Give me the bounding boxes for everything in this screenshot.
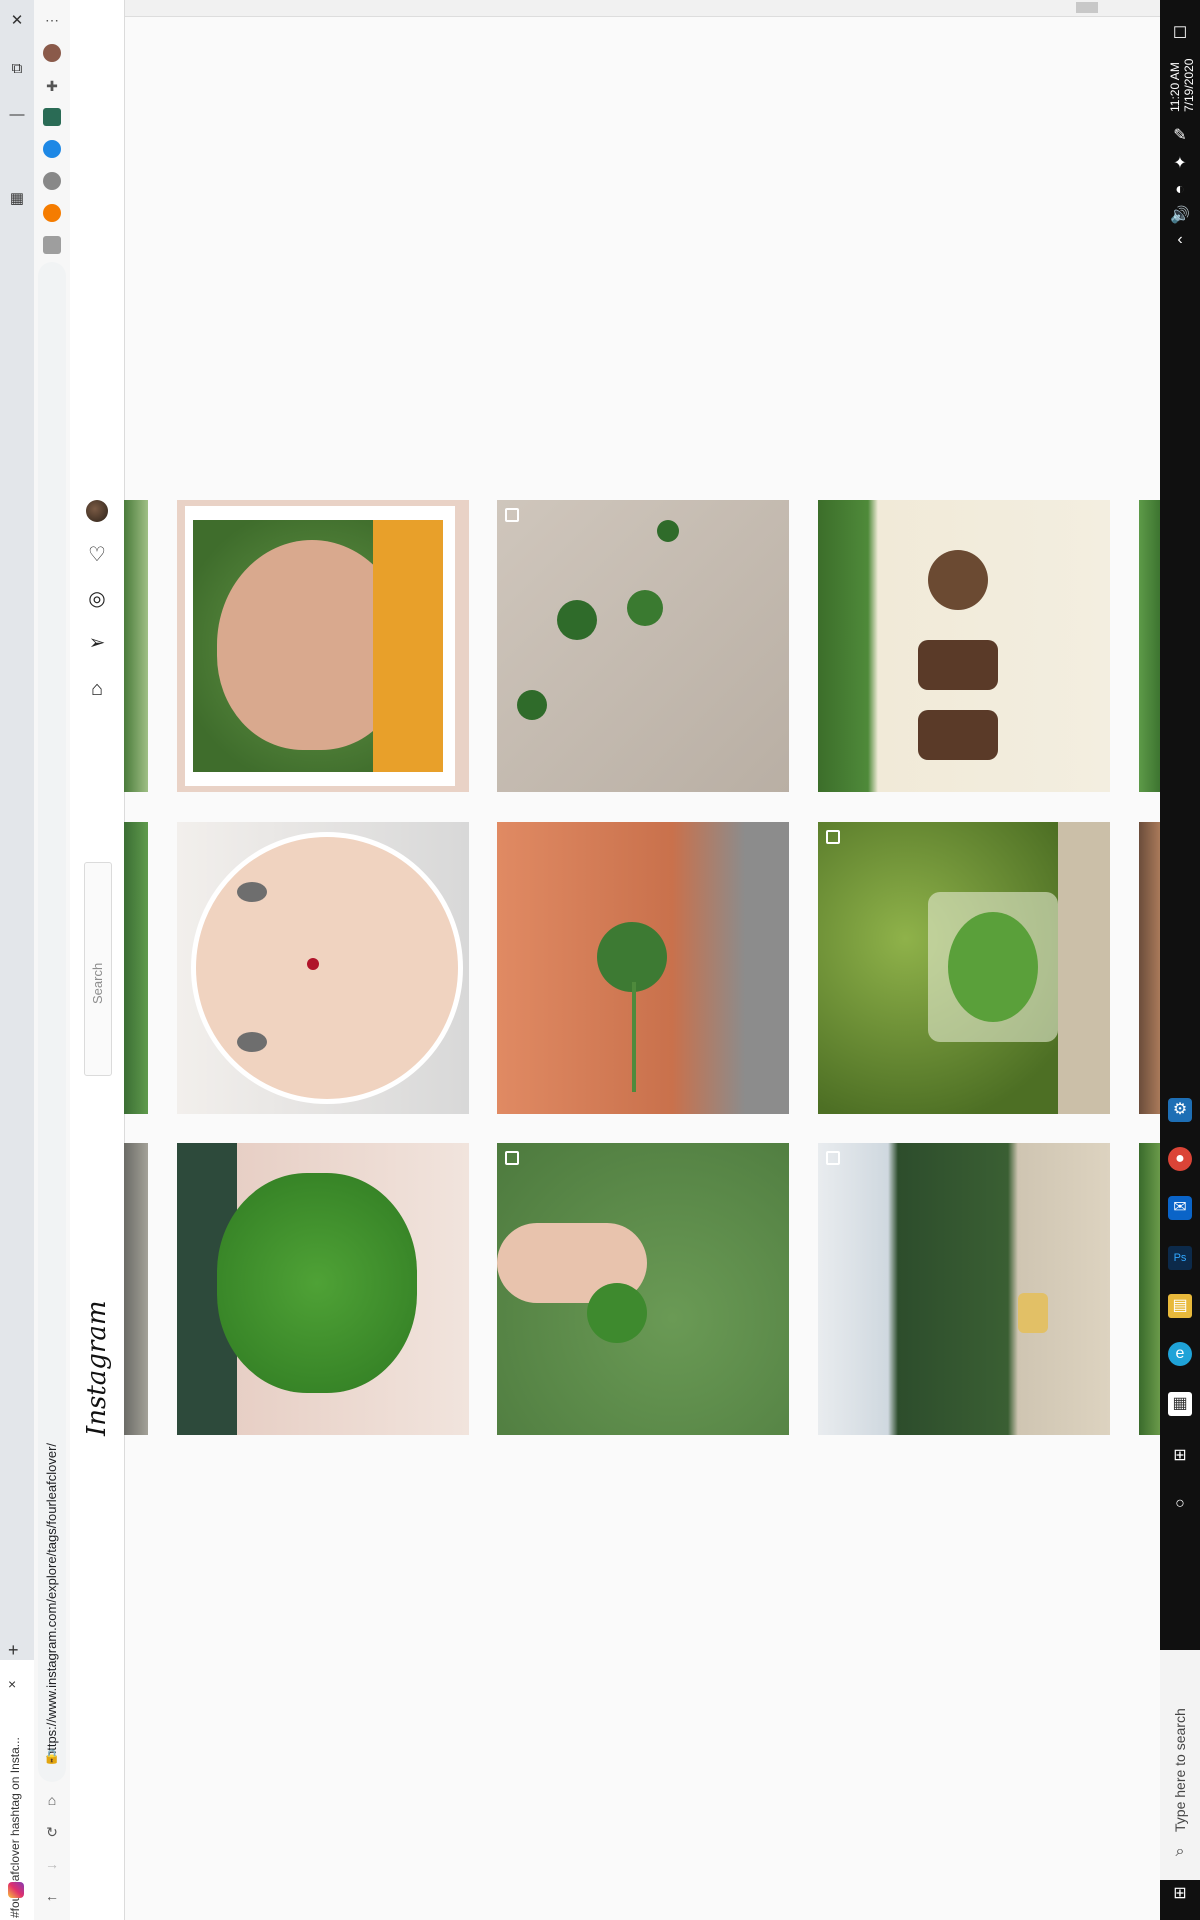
reload-icon[interactable]: ↻ xyxy=(42,1822,62,1842)
multiple-photos-icon xyxy=(826,830,840,844)
taskbar-clock[interactable]: 11:20 AM xyxy=(1168,2,1182,112)
extensions-icon[interactable]: ✚ xyxy=(42,76,62,96)
volume-icon[interactable]: 🔊 xyxy=(1168,204,1192,228)
multiple-photos-icon xyxy=(505,1151,519,1165)
windows-taskbar xyxy=(1160,0,1200,1920)
task-view-icon[interactable]: ⊞ xyxy=(1168,1444,1192,1468)
post-tile[interactable] xyxy=(818,1143,1110,1435)
post-tile[interactable] xyxy=(177,500,469,792)
tab-close-icon[interactable]: × xyxy=(8,1676,16,1692)
scrollbar-thumb[interactable] xyxy=(1076,2,1098,13)
tab-layout-icon[interactable]: ▦ xyxy=(6,188,28,210)
explore-icon[interactable]: ◎ xyxy=(84,586,110,612)
new-tab-button[interactable]: + xyxy=(8,1640,19,1661)
photoshop-icon[interactable]: Ps xyxy=(1168,1246,1192,1270)
pen-icon[interactable]: ✎ xyxy=(1168,124,1192,148)
post-tile[interactable] xyxy=(818,500,1110,792)
post-tile[interactable] xyxy=(124,1143,148,1435)
taskbar-date[interactable]: 7/19/2020 xyxy=(1182,2,1196,112)
post-tile[interactable] xyxy=(177,822,469,1114)
more-menu-icon[interactable]: ⋯ xyxy=(42,10,62,30)
edge-icon[interactable]: e xyxy=(1168,1342,1192,1366)
post-tile[interactable] xyxy=(1139,822,1160,1114)
extension-icon[interactable] xyxy=(43,172,61,190)
instagram-logo[interactable]: Instagram xyxy=(82,1300,112,1436)
minimize-window-icon[interactable]: — xyxy=(6,104,28,126)
profile-avatar[interactable] xyxy=(86,500,108,522)
store-icon[interactable]: ▦ xyxy=(1168,1392,1192,1416)
outlook-icon[interactable]: ✉ xyxy=(1168,1196,1192,1220)
settings-app-icon[interactable]: ⚙ xyxy=(1168,1098,1192,1122)
multiple-photos-icon xyxy=(826,1151,840,1165)
post-tile[interactable] xyxy=(1139,1143,1160,1435)
post-tile[interactable] xyxy=(497,500,789,792)
restore-window-icon[interactable]: ⧉ xyxy=(6,58,28,80)
post-tile[interactable] xyxy=(818,822,1110,1114)
back-icon[interactable]: ← xyxy=(42,1886,62,1906)
chrome-icon[interactable]: ● xyxy=(1168,1147,1192,1171)
tab-strip: ✕ ⧉ — ▦ xyxy=(0,0,34,1920)
windows-start-icon[interactable]: ⊞ xyxy=(1168,1882,1192,1906)
file-explorer-icon[interactable]: ▤ xyxy=(1168,1294,1192,1318)
lock-icon: 🔒 xyxy=(43,1748,61,1764)
direct-message-icon[interactable]: ➢ xyxy=(84,630,110,656)
search-placeholder: Search xyxy=(90,962,105,1004)
post-tile[interactable] xyxy=(497,822,789,1114)
url-text[interactable]: https://www.instagram.com/explore/tags/f… xyxy=(44,1338,59,1758)
post-tile[interactable] xyxy=(177,1143,469,1435)
extension-icon[interactable] xyxy=(43,236,61,254)
instagram-favicon-icon xyxy=(8,1882,24,1898)
close-window-icon[interactable]: ✕ xyxy=(6,10,28,32)
post-tile[interactable] xyxy=(124,500,148,792)
search-icon[interactable]: ⌕ xyxy=(1168,1840,1192,1864)
dropbox-icon[interactable]: ✦ xyxy=(1168,152,1192,176)
extension-icon[interactable] xyxy=(43,140,61,158)
network-icon[interactable]: ◐ xyxy=(1168,178,1192,202)
horizontal-scrollbar[interactable] xyxy=(70,0,1160,17)
multiple-photos-icon xyxy=(505,508,519,522)
post-tile[interactable] xyxy=(124,822,148,1114)
extension-icon[interactable] xyxy=(43,108,61,126)
home-icon[interactable]: ⌂ xyxy=(42,1790,62,1810)
notifications-icon[interactable]: ☐ xyxy=(1168,22,1192,46)
chevron-up-icon[interactable]: ‹ xyxy=(1168,228,1192,252)
forward-icon[interactable]: → xyxy=(42,1854,62,1874)
cortana-icon[interactable]: ○ xyxy=(1168,1492,1192,1516)
tab-title: #fourleafclover hashtag on Insta... xyxy=(8,1737,22,1918)
taskbar-search-placeholder: Type here to search xyxy=(1172,1708,1188,1832)
activity-heart-icon[interactable]: ♡ xyxy=(84,542,110,568)
post-tile[interactable] xyxy=(1139,500,1160,792)
profile-avatar[interactable] xyxy=(43,44,61,62)
home-icon[interactable]: ⌂ xyxy=(84,676,110,702)
extension-icon[interactable] xyxy=(43,204,61,222)
post-tile[interactable] xyxy=(497,1143,789,1435)
